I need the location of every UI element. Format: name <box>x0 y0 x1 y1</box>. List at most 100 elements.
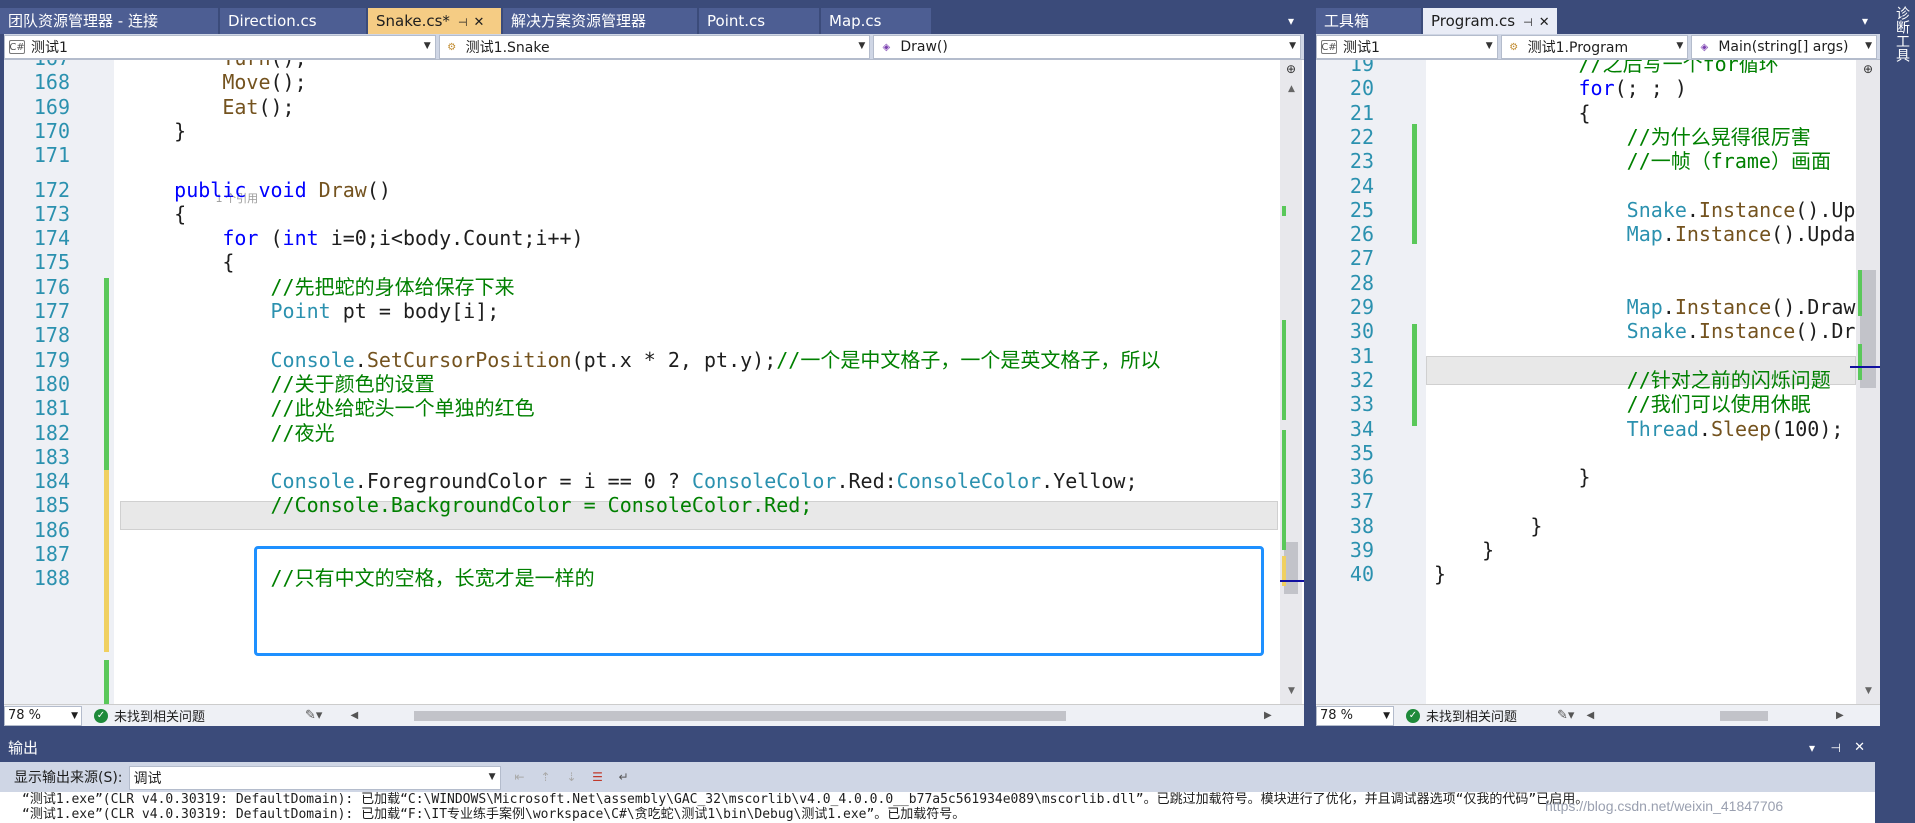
member-dropdown[interactable]: ◈ Main(string[] args) ▼ <box>1691 35 1877 59</box>
project-label: 测试1 <box>1343 40 1380 56</box>
scroll-right-icon[interactable]: ▶ <box>1836 710 1844 721</box>
tab-overflow-icon[interactable]: ▾ <box>1862 14 1868 28</box>
code-token: (); <box>270 70 307 95</box>
pin-icon[interactable]: ⊣ <box>458 16 468 29</box>
tab-team-explorer[interactable]: 团队资源管理器 - 连接 <box>0 8 220 34</box>
code-token: { <box>126 250 235 275</box>
code-token: Move <box>222 70 271 95</box>
tab-overflow-icon[interactable]: ▾ <box>1288 14 1294 28</box>
issues-status[interactable]: 未找到相关问题 <box>1426 706 1517 725</box>
scroll-left-icon[interactable]: ◀ <box>1586 710 1594 721</box>
zoom-dropdown[interactable]: 78 % ▼ <box>4 705 82 726</box>
code-line: Point pt = body[i]; <box>126 297 500 326</box>
goto-next-icon[interactable]: ⇣ <box>562 767 582 787</box>
close-icon[interactable]: ✕ <box>1539 15 1550 30</box>
tab-map-cs[interactable]: Map.cs <box>821 8 933 34</box>
tab-label: Program.cs <box>1431 12 1516 30</box>
scrollbar-thumb[interactable] <box>1860 270 1876 388</box>
output-source-dropdown[interactable]: 调试 ▼ <box>128 765 501 790</box>
zoom-value: 78 % <box>8 707 42 723</box>
tab-program-cs[interactable]: Program.cs ⊣ ✕ <box>1423 8 1559 34</box>
vertical-scrollbar[interactable]: ⊕ ▲ ▼ <box>1280 60 1304 704</box>
zoom-dropdown[interactable]: 78 % ▼ <box>1316 705 1394 726</box>
code-editor-program-cs[interactable]: 19 //之后写一个for循环 20 for(; ; ) 21 {22 //为什么晃… <box>1316 60 1880 704</box>
split-icon[interactable]: ⊕ <box>1282 62 1300 78</box>
tab-direction-cs[interactable]: Direction.cs <box>220 8 368 34</box>
code-token: . <box>354 347 367 372</box>
code-token: . <box>1662 222 1675 247</box>
scrollbar-thumb[interactable] <box>1284 542 1298 594</box>
class-dropdown[interactable]: ⚙ 测试1.Program ▼ <box>1500 35 1689 59</box>
horizontal-scrollbar-thumb[interactable] <box>414 711 1066 721</box>
issues-status[interactable]: 未找到相关问题 <box>114 706 205 725</box>
scroll-right-icon[interactable]: ▶ <box>1264 710 1272 721</box>
code-token: SetCursorPosition <box>366 347 572 372</box>
project-dropdown[interactable]: C# 测试1 ▼ <box>4 35 436 59</box>
code-token: .Red: <box>836 469 897 494</box>
code-token: //一帧（frame）画面 <box>1626 149 1831 174</box>
class-label: 测试1.Snake <box>465 40 550 56</box>
horizontal-scrollbar-thumb[interactable] <box>1720 711 1768 721</box>
brush-icon[interactable]: ✎▾ <box>305 708 322 723</box>
code-token: for <box>222 226 271 251</box>
code-token: . <box>1686 319 1699 344</box>
goto-prev-icon[interactable]: ⇡ <box>536 767 556 787</box>
code-token: //只有中文的空格，长宽才是一样的 <box>270 566 595 591</box>
output-title: 输出 <box>8 739 39 757</box>
tab-point-cs[interactable]: Point.cs <box>699 8 821 34</box>
clear-all-icon[interactable]: ☰ <box>588 767 608 787</box>
pin-icon[interactable]: ⊣ <box>1523 16 1533 29</box>
tab-solution-explorer[interactable]: 解决方案资源管理器 <box>503 8 699 34</box>
line-number: 188 <box>33 566 70 591</box>
chevron-down-icon: ▼ <box>858 41 866 51</box>
chevron-down-icon: ▼ <box>1485 41 1493 51</box>
diagnostic-tools-tab[interactable]: 诊断工具 <box>1892 6 1912 62</box>
check-icon: ✓ <box>1406 708 1420 723</box>
scroll-down-icon[interactable]: ▼ <box>1288 686 1295 696</box>
split-icon[interactable]: ⊕ <box>1859 62 1877 78</box>
word-wrap-icon[interactable]: ↵ <box>614 767 634 787</box>
code-token: public void <box>174 177 319 202</box>
code-token: } <box>126 118 187 143</box>
change-marker <box>1858 270 1862 316</box>
scroll-up-icon[interactable]: ▲ <box>1288 84 1295 94</box>
close-icon[interactable]: ✕ <box>1854 734 1865 762</box>
change-marker <box>1282 430 1286 550</box>
close-icon[interactable]: ✕ <box>474 15 485 30</box>
code-line: Map.Instance().Upda <box>1434 220 1856 249</box>
code-line: //夜光 <box>126 419 335 448</box>
code-token: Draw <box>318 177 367 202</box>
code-token: (100); <box>1771 416 1844 441</box>
code-token: pt = body[i]; <box>342 299 500 323</box>
scroll-left-icon[interactable]: ◀ <box>350 710 358 721</box>
code-token: //Console.BackgroundColor = ConsoleColor… <box>270 493 813 518</box>
chevron-down-icon: ▼ <box>1676 41 1684 51</box>
tab-toolbox[interactable]: 工具箱 <box>1316 8 1423 34</box>
pin-icon[interactable]: ⊣ <box>1831 734 1841 762</box>
class-dropdown[interactable]: ⚙ 测试1.Snake ▼ <box>438 35 871 59</box>
code-token: //一个是中文格子，一个是英文格子，所以 <box>776 347 1161 372</box>
code-editor-snake-cs[interactable]: 1 个引用 167 Turn();168 Move();169 Eat();17… <box>4 60 1304 704</box>
chevron-down-icon: ▼ <box>1865 41 1872 51</box>
code-token: { <box>126 201 187 226</box>
member-label: Draw() <box>900 39 948 55</box>
chevron-down-icon: ▼ <box>488 771 496 782</box>
code-token: Eat <box>222 94 259 119</box>
code-token: Point <box>270 299 343 323</box>
code-token: } <box>1434 562 1447 587</box>
code-line: Thread.Sleep(100); <box>1434 415 1844 444</box>
vertical-scrollbar[interactable]: ⊕ ▼ <box>1850 60 1880 704</box>
brush-icon[interactable]: ✎▾ <box>1557 708 1574 723</box>
prev-message-icon[interactable]: ⇤ <box>510 767 530 787</box>
scroll-down-icon[interactable]: ▼ <box>1865 686 1872 696</box>
window-menu-icon[interactable]: ▾ <box>1809 734 1815 762</box>
project-dropdown[interactable]: C# 测试1 ▼ <box>1316 35 1498 59</box>
member-dropdown[interactable]: ◈ Draw() ▼ <box>873 35 1302 59</box>
tab-snake-cs[interactable]: Snake.cs* ⊣ ✕ <box>368 8 503 34</box>
